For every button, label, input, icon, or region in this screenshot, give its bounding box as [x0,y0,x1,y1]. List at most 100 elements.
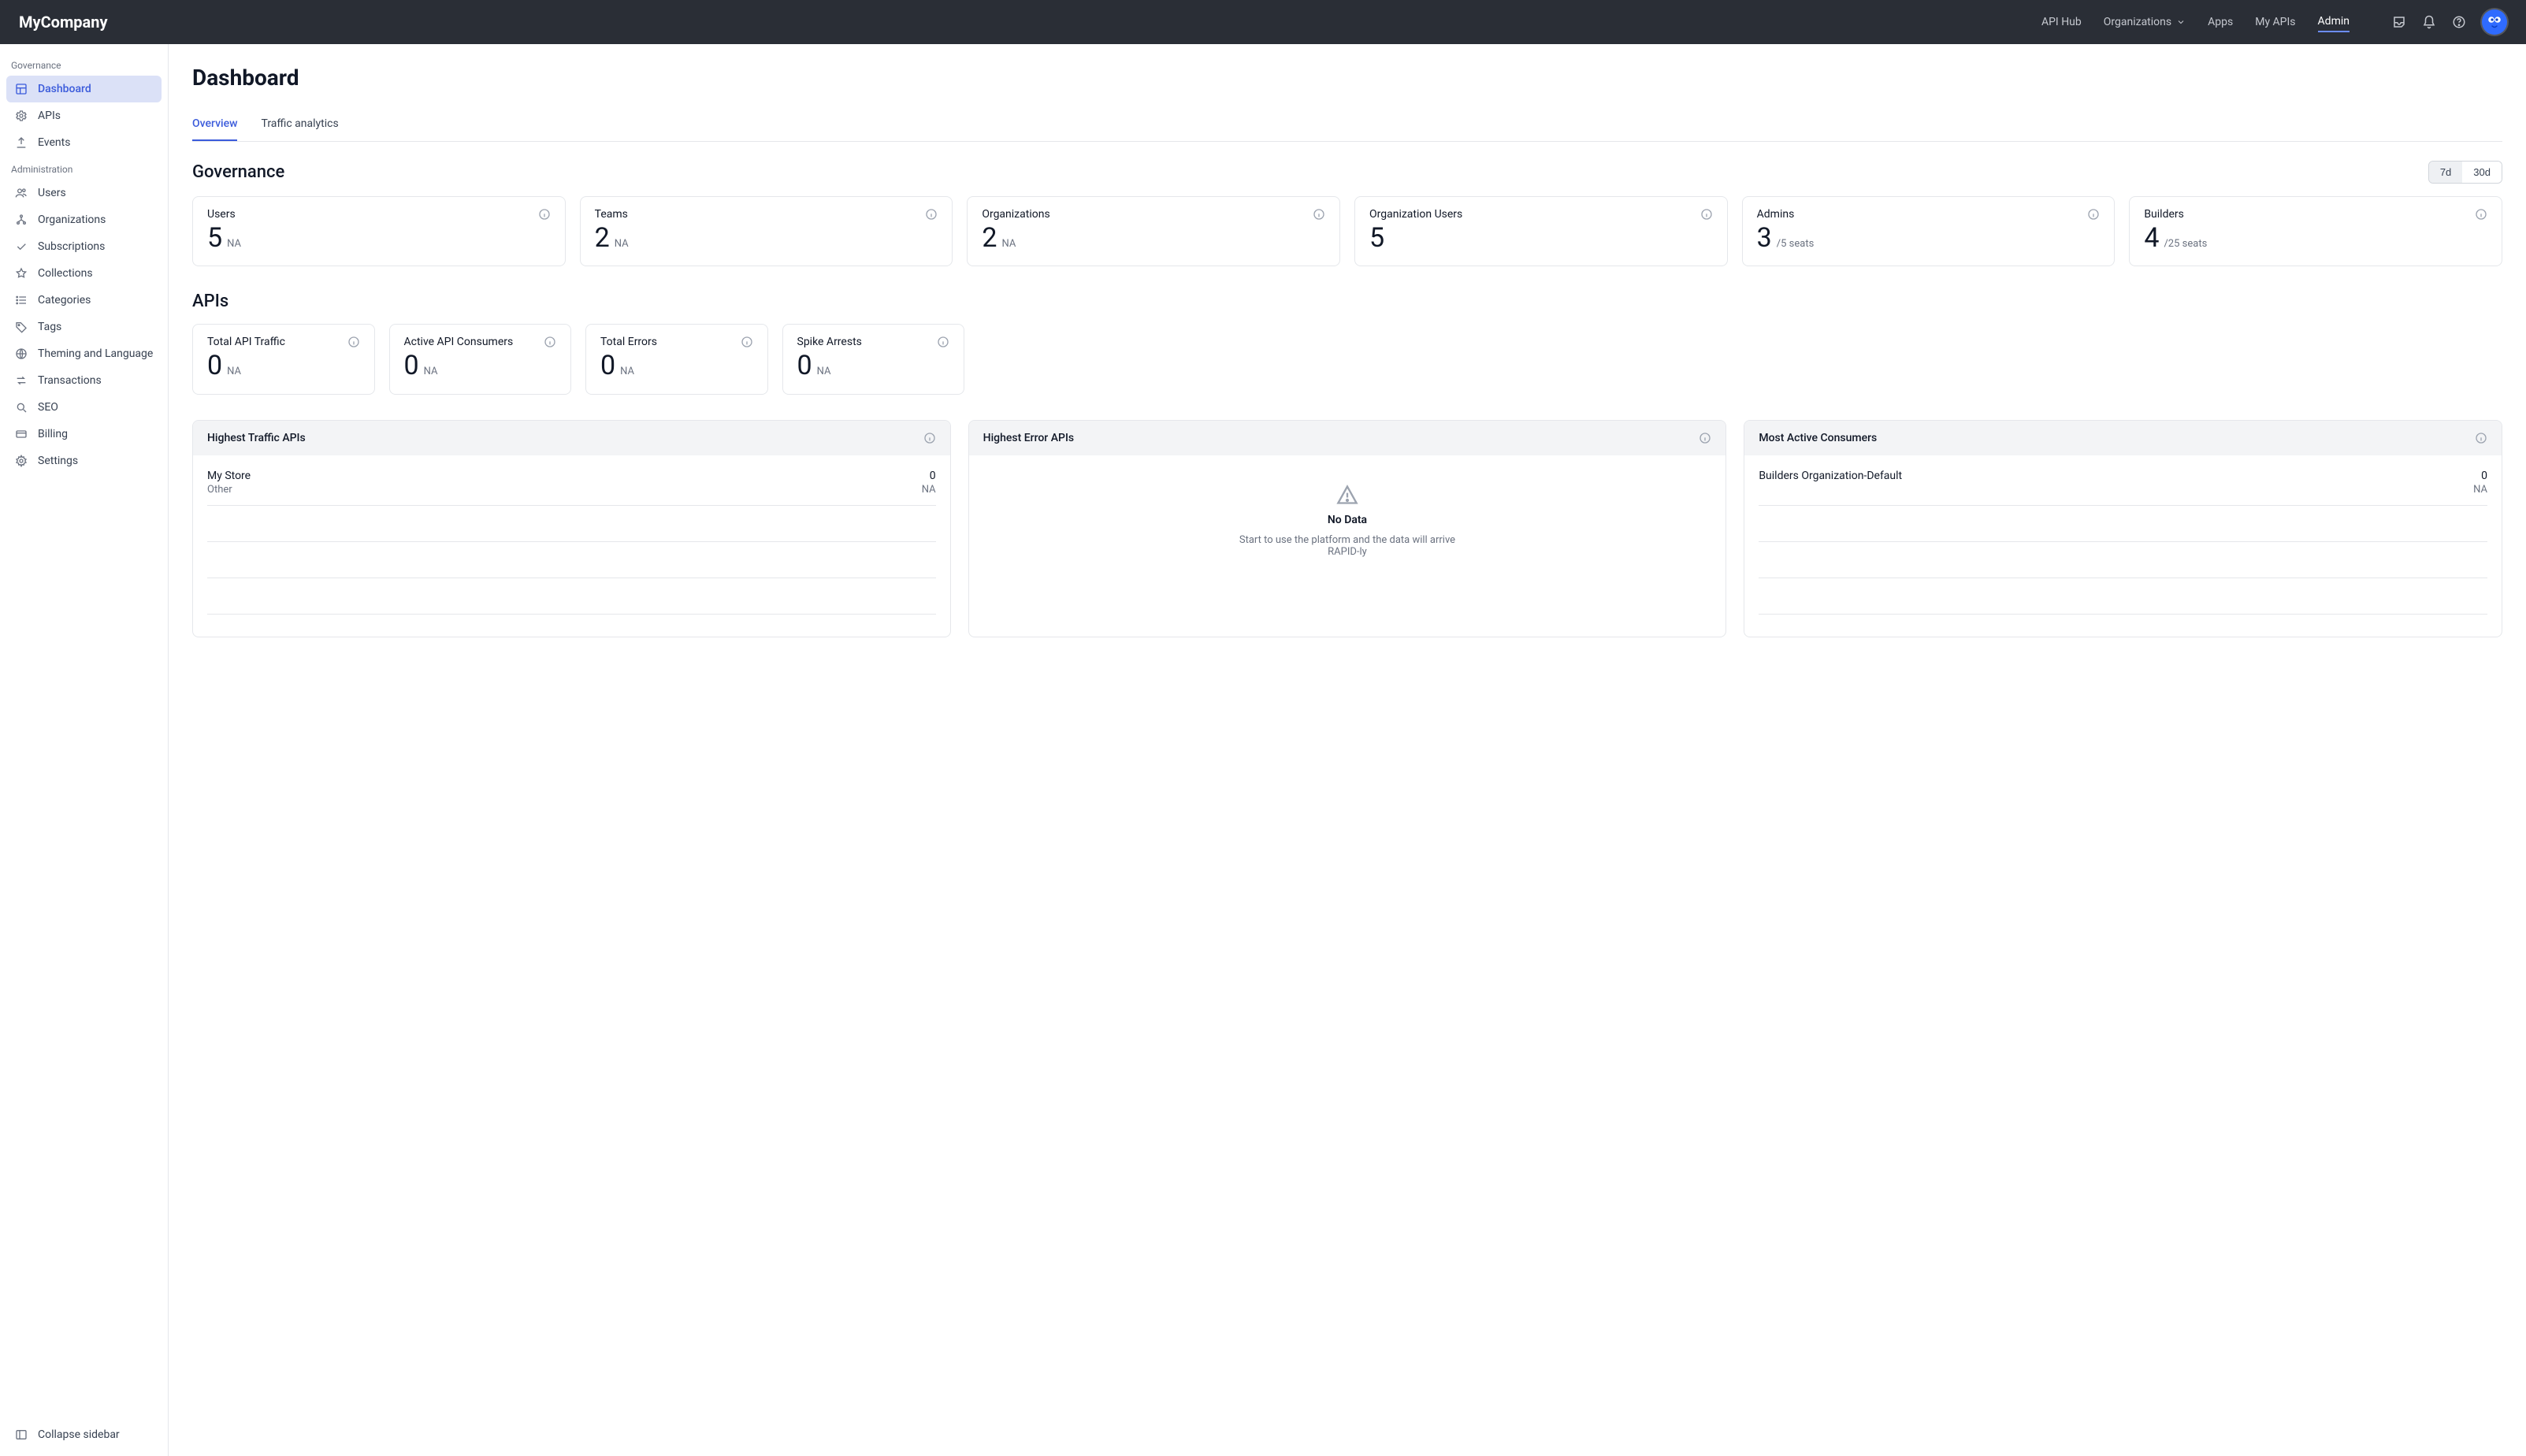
sidebar-item-users[interactable]: Users [6,180,162,206]
info-icon[interactable] [741,336,753,348]
gear-icon [14,110,28,122]
panel-highest-errors: Highest Error APIs No Data Start to use … [968,420,1727,637]
page-tabs: Overview Traffic analytics [192,110,2502,142]
sidebar-item-transactions[interactable]: Transactions [6,367,162,394]
globe-icon [14,347,28,360]
main-content: Dashboard OverviewTraffic analytics Gove… [169,44,2526,1456]
table-row[interactable]: Builders Organization-Default0NA [1759,460,2487,506]
governance-stats: Users5NATeams2NAOrganizations2NAOrganiza… [192,196,2502,266]
org-icon [14,214,28,226]
sidebar-item-label: Billing [38,428,68,440]
info-icon[interactable] [925,208,938,221]
nav-link-my-apis[interactable]: My APIs [2255,13,2295,32]
info-icon[interactable] [2087,208,2100,221]
sidebar-item-collections[interactable]: Collections [6,260,162,287]
panel-title: Highest Error APIs [983,432,1074,444]
table-row-empty [207,578,936,615]
info-icon[interactable] [1700,208,1713,221]
sidebar-item-label: Organizations [38,214,106,226]
info-icon[interactable] [937,336,949,348]
range-option-7d[interactable]: 7d [2429,162,2462,183]
stat-value: 0 [404,351,419,381]
nav-link-organizations[interactable]: Organizations [2104,13,2186,32]
tab-overview[interactable]: Overview [192,110,237,141]
sidebar-item-label: SEO [38,401,58,414]
empty-state: No Data Start to use the platform and th… [983,460,1712,581]
sidebar-item-theming[interactable]: Theming and Language [6,340,162,367]
info-icon[interactable] [1313,208,1325,221]
nav-link-apps[interactable]: Apps [2208,13,2233,32]
page-title: Dashboard [192,65,2502,91]
tab-traffic[interactable]: Traffic analytics [261,110,338,141]
sidebar-item-billing[interactable]: Billing [6,421,162,448]
nav-link-label: My APIs [2255,16,2295,28]
info-icon[interactable] [2475,432,2487,444]
stat-card-spike: Spike Arrests0NA [782,324,965,394]
table-row-empty [1759,506,2487,542]
brand-logo[interactable]: MyCompany [19,13,108,32]
stat-title: Admins [1757,208,1795,221]
stat-title: Users [207,208,236,221]
stat-title: Active API Consumers [404,336,514,348]
row-delta: NA [922,484,936,496]
collapse-sidebar-button[interactable]: Collapse sidebar [6,1421,162,1448]
sidebar-item-label: Tags [38,321,61,333]
info-icon[interactable] [923,432,936,444]
nav-link-label: API Hub [2041,16,2082,28]
info-icon[interactable] [544,336,556,348]
stat-sub: /5 seats [1777,238,1815,250]
user-avatar[interactable] [2482,9,2507,35]
top-nav: MyCompany API Hub Organizations Apps My API… [0,0,2526,44]
table-row-empty [1759,542,2487,578]
range-option-30d[interactable]: 30d [2462,162,2502,183]
info-icon[interactable] [2475,208,2487,221]
info-icon[interactable] [538,208,551,221]
help-icon[interactable] [2452,15,2466,29]
top-nav-links: API Hub Organizations Apps My APIs Admin [2041,12,2350,32]
sidebar-item-apis[interactable]: APIs [6,102,162,129]
bell-icon[interactable] [2422,15,2436,29]
inbox-icon[interactable] [2392,15,2406,29]
stat-title: Teams [595,208,628,221]
sidebar-item-subscriptions[interactable]: Subscriptions [6,233,162,260]
stat-title: Total Errors [600,336,657,348]
panel-title: Highest Traffic APIs [207,432,306,444]
stat-sub: NA [620,366,634,377]
sidebar-item-seo[interactable]: SEO [6,394,162,421]
stat-card-errors: Total Errors 0 NA [585,324,768,394]
sidebar: GovernanceDashboardAPIsEventsAdministrat… [0,44,169,1456]
sidebar-item-label: Settings [38,455,78,467]
nav-link-api-hub[interactable]: API Hub [2041,13,2082,32]
stat-card-traffic: Total API Traffic0NA [192,324,375,394]
stat-value: 0 [600,351,615,381]
table-row[interactable]: My StoreOther0NA [207,460,936,506]
stat-value: 5 [1369,224,1384,253]
sidebar-item-settings[interactable]: Settings [6,448,162,474]
sidebar-group-title: Administration [0,156,168,180]
nav-link-admin[interactable]: Admin [2318,12,2350,32]
stat-sub: NA [817,366,831,377]
sidebar-item-label: Collections [38,267,93,280]
panel-title: Most Active Consumers [1759,432,1877,444]
sidebar-item-events[interactable]: Events [6,129,162,156]
star-icon [14,267,28,280]
sidebar-item-categories[interactable]: Categories [6,287,162,314]
stat-card-org_users: Organization Users5 [1354,196,1728,266]
stat-sub: /25 seats [2164,238,2207,250]
row-value: 0 [2481,470,2487,482]
stat-value: 0 [207,351,222,381]
sidebar-item-label: Transactions [38,374,102,387]
sidebar-item-tags[interactable]: Tags [6,314,162,340]
info-icon[interactable] [347,336,360,348]
sidebar-item-dashboard[interactable]: Dashboard [6,76,162,102]
stat-value: 2 [982,224,997,253]
row-delta: NA [2473,484,2487,496]
check-icon [14,240,28,253]
apis-stats: Total API Traffic0NAActive API Consumers… [192,324,964,394]
panels: Highest Traffic APIs My StoreOther0NA Hi… [192,420,2502,637]
sidebar-item-organizations[interactable]: Organizations [6,206,162,233]
swap-icon [14,374,28,387]
info-icon[interactable] [1699,432,1711,444]
stat-sub: NA [227,366,241,377]
stat-card-consumers: Active API Consumers0NA [389,324,572,394]
